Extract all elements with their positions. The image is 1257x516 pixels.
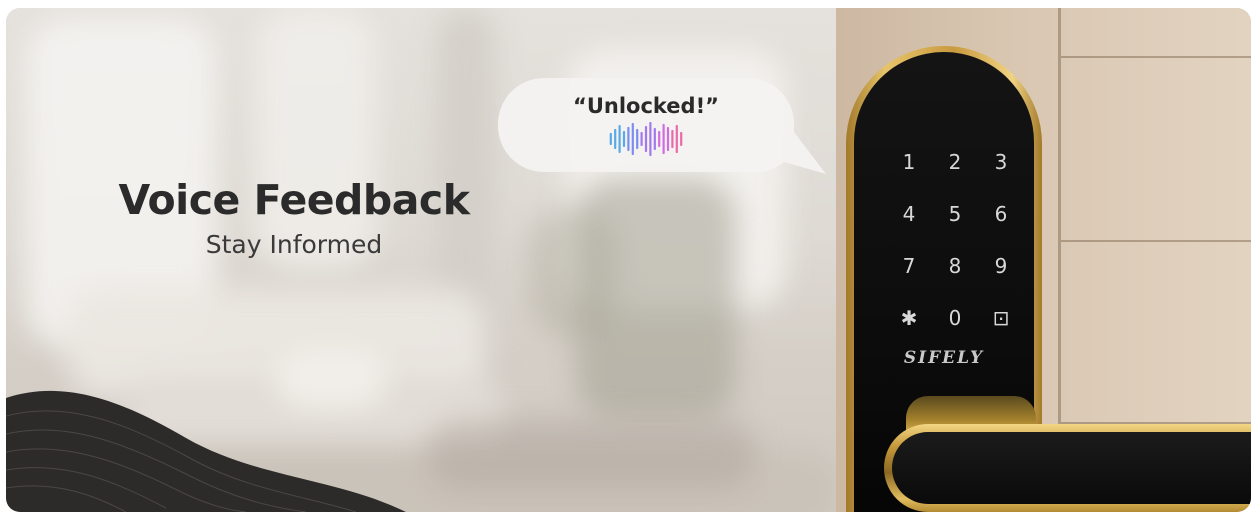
door-panel: 1 2 3 4 5 6 7 8 9 ✱ 0 ⊡ SIFELY <box>836 8 1251 512</box>
speech-bubble: “Unlocked!” <box>496 76 826 174</box>
key-9[interactable]: 9 <box>978 252 1024 280</box>
key-6[interactable]: 6 <box>978 200 1024 228</box>
keypad: 1 2 3 4 5 6 7 8 9 ✱ 0 ⊡ <box>886 148 1026 332</box>
key-1[interactable]: 1 <box>886 148 932 176</box>
key-2[interactable]: 2 <box>932 148 978 176</box>
key-8[interactable]: 8 <box>932 252 978 280</box>
key-lock-icon[interactable]: ⊡ <box>978 304 1024 332</box>
key-3[interactable]: 3 <box>978 148 1024 176</box>
key-star-icon[interactable]: ✱ <box>886 304 932 332</box>
key-5[interactable]: 5 <box>932 200 978 228</box>
soundwave-icon <box>609 122 683 156</box>
headline: Voice Feedback Stay Informed <box>94 176 494 259</box>
key-7[interactable]: 7 <box>886 252 932 280</box>
door-handle[interactable] <box>884 424 1251 512</box>
key-4[interactable]: 4 <box>886 200 932 228</box>
speech-bubble-text: “Unlocked!” <box>573 94 719 118</box>
key-0[interactable]: 0 <box>932 304 978 332</box>
headline-subtitle: Stay Informed <box>205 230 383 259</box>
headline-title: Voice Feedback <box>118 176 471 224</box>
brand-logo: SIFELY <box>903 348 985 368</box>
product-banner: Voice Feedback Stay Informed “Unlocked!”… <box>6 8 1251 512</box>
